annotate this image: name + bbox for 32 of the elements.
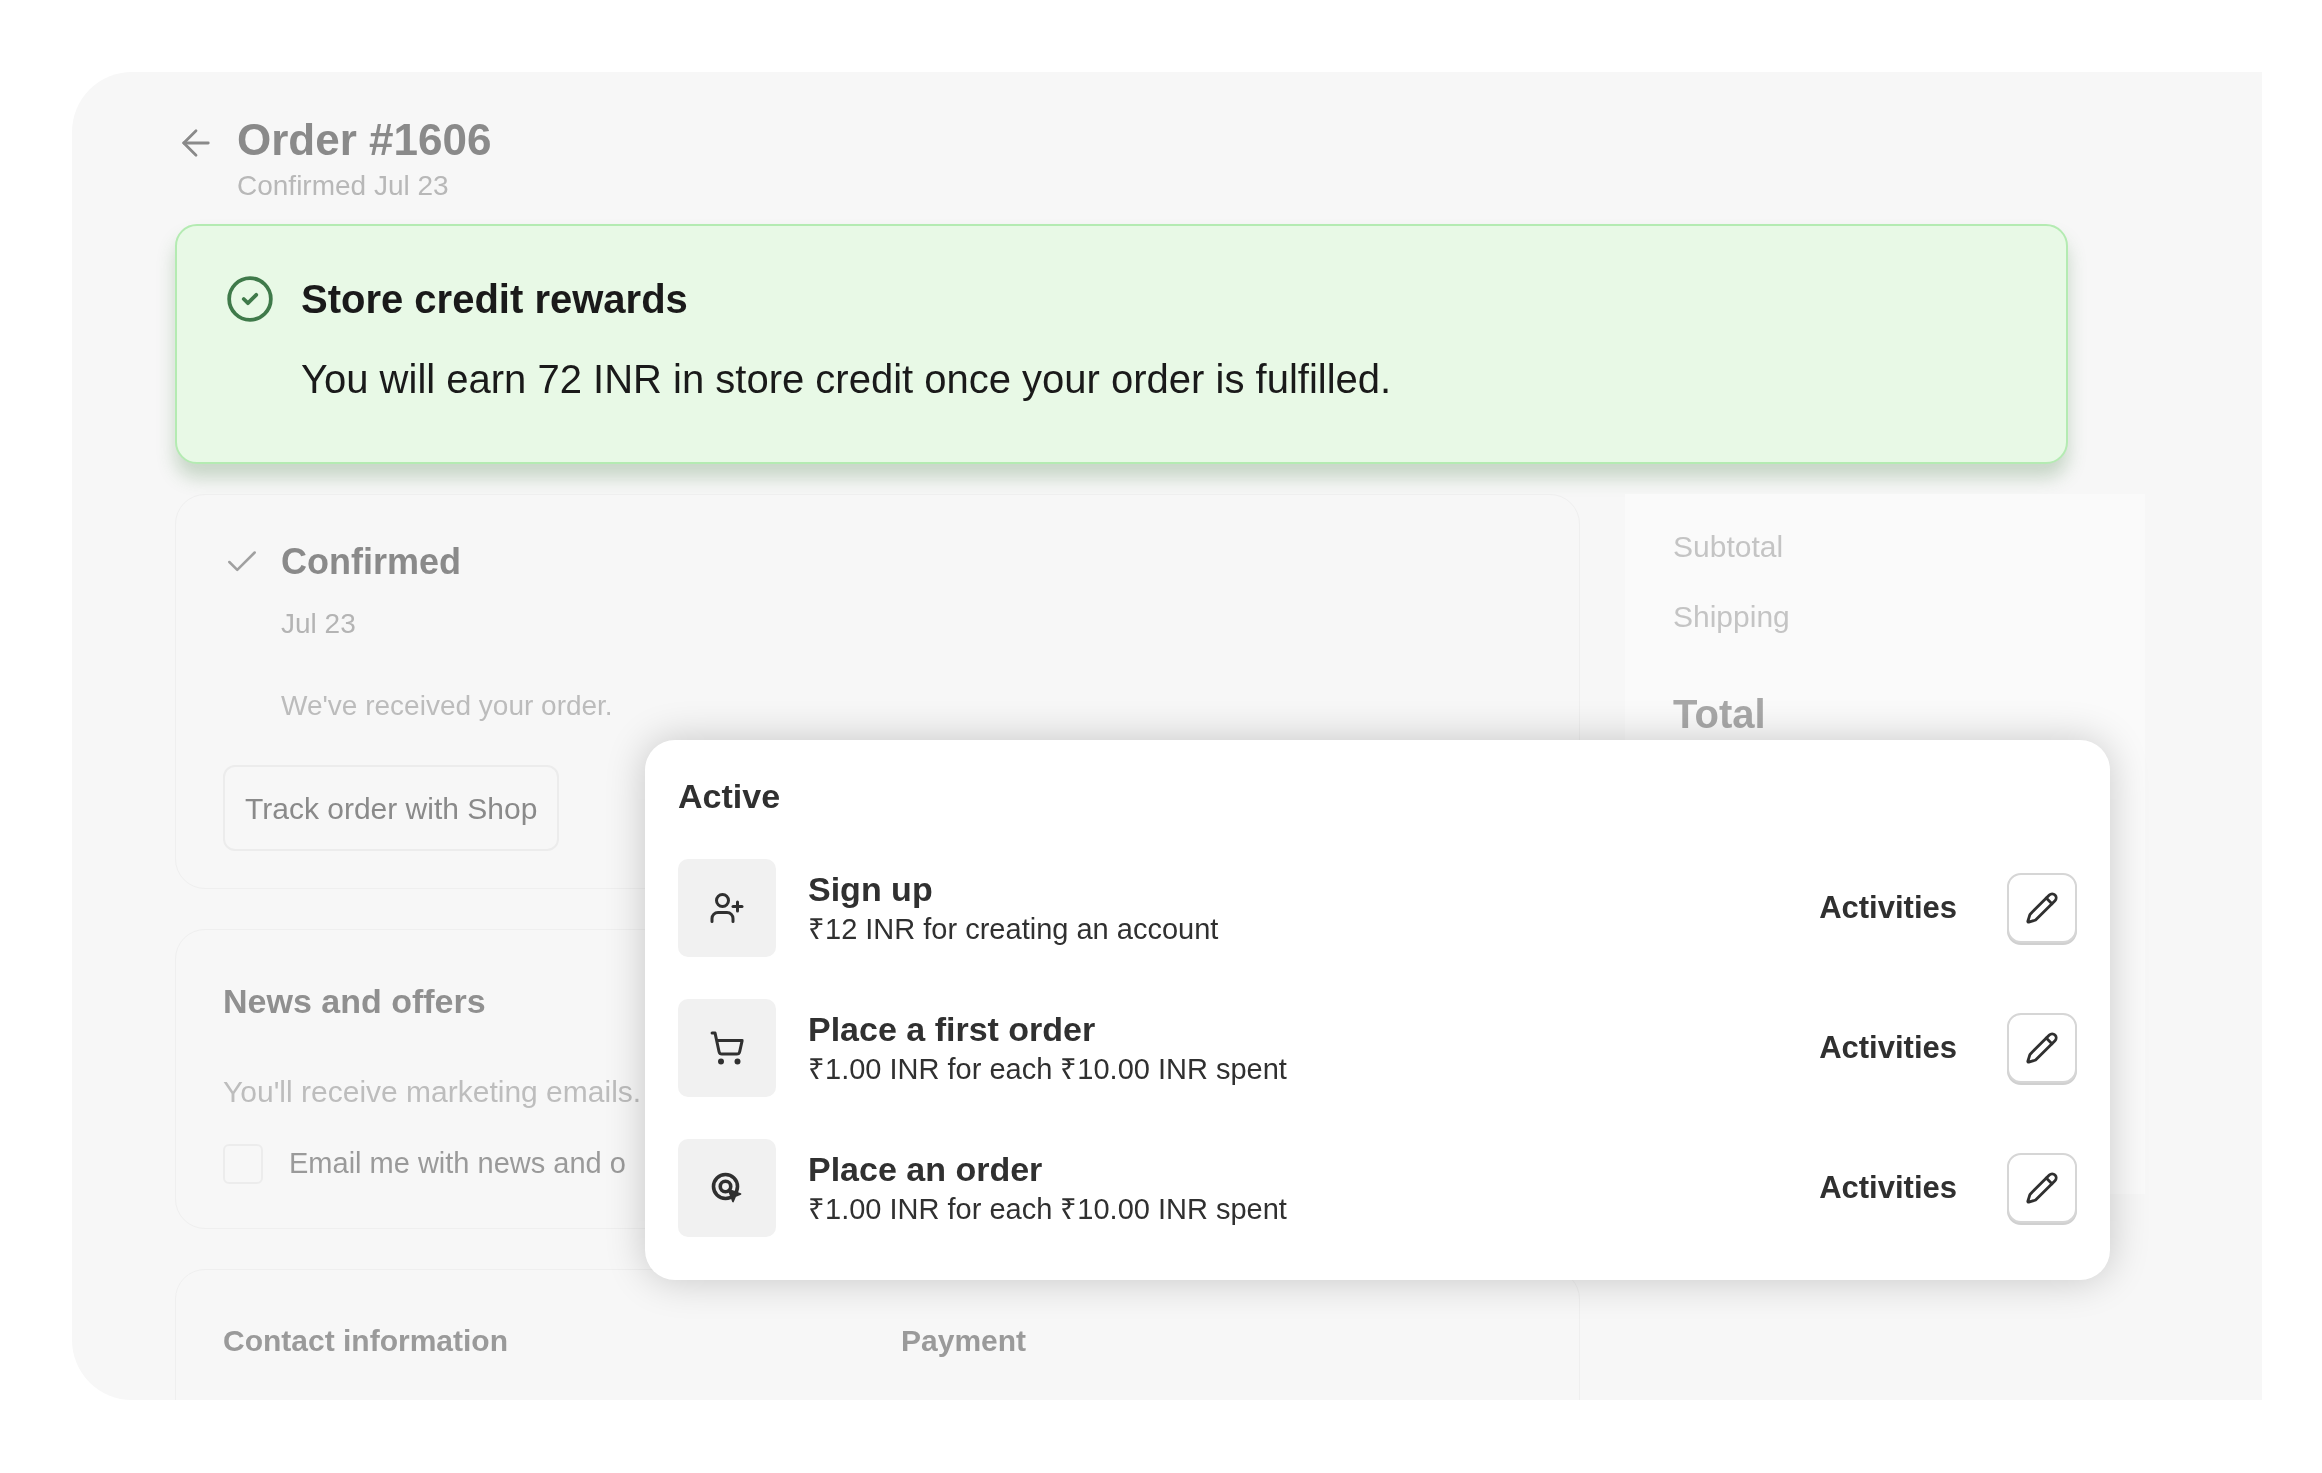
banner-title: Store credit rewards [301,276,689,322]
total-label: Total [1673,691,1767,738]
activity-description: ₹1.00 INR for each ₹10.00 INR spent [808,1192,1288,1227]
pencil-icon [2025,891,2059,925]
activities-link[interactable]: Activities [1819,1164,1957,1212]
status-date: Jul 23 [281,607,357,641]
section-heading: Contact information [223,1323,509,1359]
activity-title: Place an order [808,1149,1044,1190]
status-message: We've received your order. [281,689,614,723]
news-title: News and offers [223,981,487,1022]
activity-title: Place a first order [808,1009,1097,1050]
activity-title: Sign up [808,869,934,910]
page-title: Order #1606 [237,114,492,166]
activity-description: ₹1.00 INR for each ₹10.00 INR spent [808,1052,1288,1087]
pencil-icon [2025,1171,2059,1205]
activity-description: ₹12 INR for creating an account [808,912,1220,947]
banner-message: You will earn 72 INR in store credit once your order is fulfilled. [301,356,1392,402]
cart-icon [709,1030,745,1066]
pencil-icon [2025,1031,2059,1065]
section-heading: Payment [901,1323,1028,1359]
checkbox-label: Email me with news and o [289,1146,626,1181]
edit-button[interactable] [2007,1013,2077,1083]
status-label: Confirmed [281,540,461,584]
news-description: You'll receive marketing emails. [223,1074,642,1110]
edit-button[interactable] [2007,1153,2077,1223]
activities-link[interactable]: Activities [1819,884,1957,932]
popup-title: Active [678,776,782,816]
edit-button[interactable] [2007,873,2077,943]
activities-link[interactable]: Activities [1819,1024,1957,1072]
user-plus-icon [709,890,745,926]
page-subtitle: Confirmed Jul 23 [237,169,450,203]
check-circle-icon [225,274,275,324]
